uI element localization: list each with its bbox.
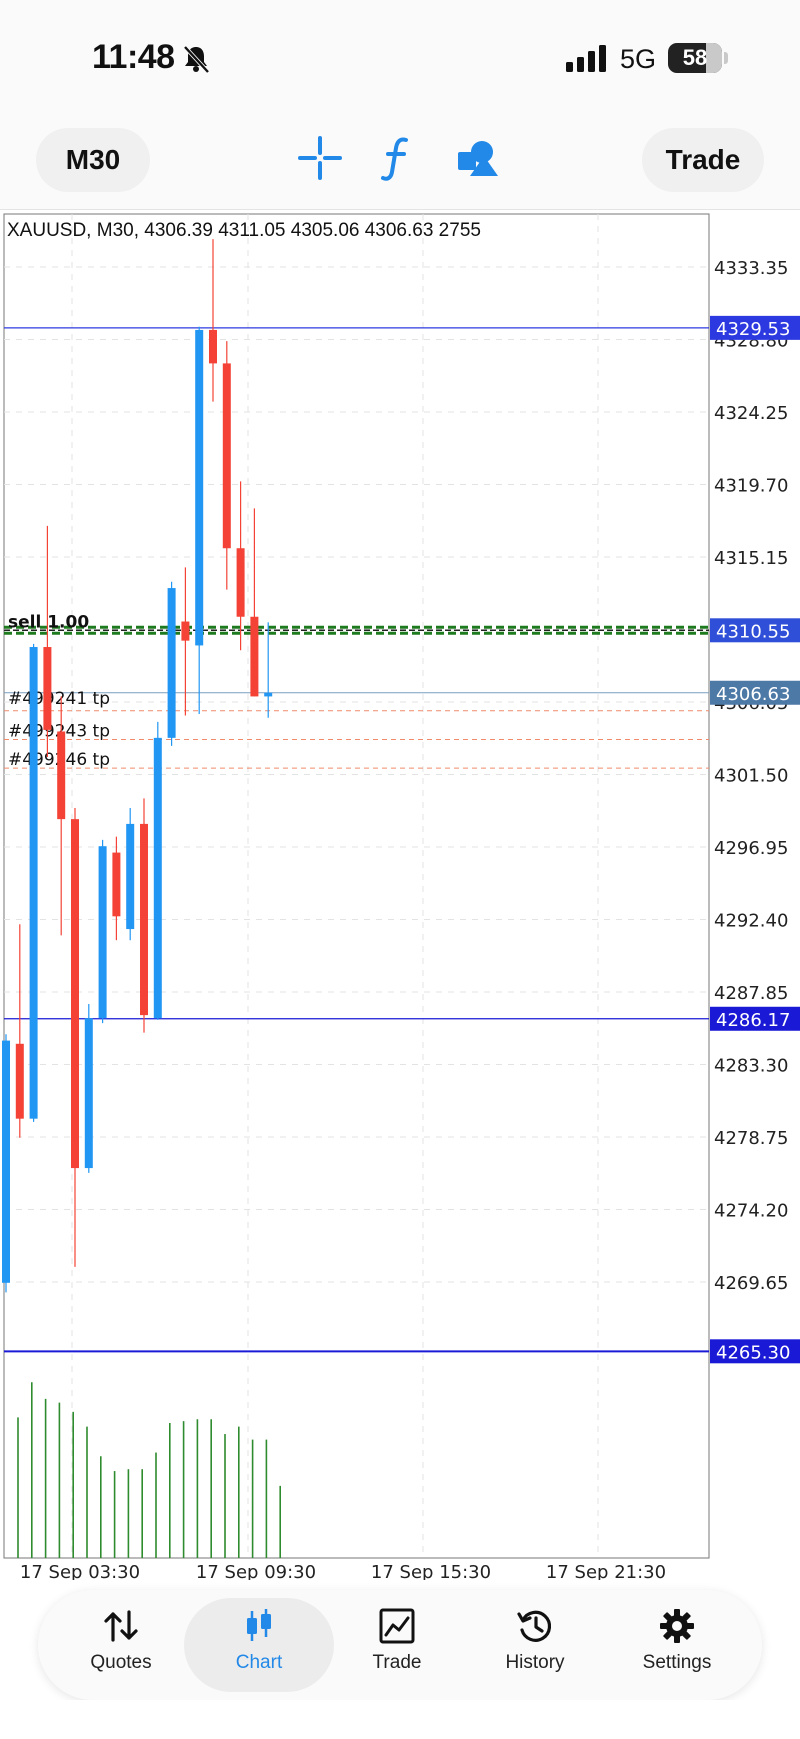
- status-time: 11:48: [92, 38, 175, 76]
- network-label: 5G: [620, 44, 657, 74]
- candle-body: [140, 823, 148, 1016]
- price-tag-label: 4265.30: [716, 1342, 790, 1363]
- candle-body: [84, 1018, 93, 1169]
- price-tag-label: 4306.63: [716, 684, 790, 705]
- candle-body: [43, 647, 52, 730]
- candle-body: [209, 329, 217, 364]
- status-bar: 11:48 5G 58: [0, 0, 800, 110]
- candle-body: [29, 647, 38, 1119]
- price-chart[interactable]: 4333.354328.804324.254319.704315.154310.…: [0, 210, 800, 1580]
- position-label: sell 1.00: [8, 612, 89, 632]
- nav-label-chart: Chart: [235, 1652, 283, 1673]
- price-tick-label: 4278.75: [714, 1128, 788, 1149]
- battery-tip: [724, 52, 728, 64]
- nav-label-settings: Settings: [642, 1652, 712, 1673]
- nav-chart[interactable]: Chart: [184, 1598, 334, 1692]
- objects-icon[interactable]: [448, 130, 504, 186]
- history-icon: [517, 1610, 552, 1642]
- price-tag-label: 4329.53: [716, 319, 790, 340]
- candle-body: [167, 588, 176, 738]
- candle-body: [126, 823, 135, 930]
- price-tick-label: 4287.85: [714, 983, 788, 1004]
- indicators-icon[interactable]: [370, 130, 426, 186]
- battery-icon: 58: [668, 43, 722, 73]
- chart-header: XAUUSD, M30, 4306.39 4311.05 4305.06 430…: [7, 220, 481, 241]
- quotes-icon: [104, 1610, 138, 1642]
- crosshair-icon[interactable]: [292, 130, 348, 186]
- chart-icon: [247, 1609, 271, 1641]
- price-tag-label: 4286.17: [716, 1010, 790, 1031]
- time-tick-label: 17 Sep 03:30: [20, 1562, 140, 1580]
- price-tick-label: 4301.50: [714, 766, 788, 787]
- timeframe-button[interactable]: M30: [36, 128, 150, 192]
- candle-body: [222, 363, 231, 549]
- price-tick-label: 4333.35: [714, 258, 788, 279]
- battery-level: 58: [682, 45, 708, 70]
- nav-label-trade: Trade: [372, 1652, 422, 1673]
- candle-body: [250, 616, 259, 697]
- order-label: #499241 tp: [8, 689, 110, 709]
- time-tick-label: 17 Sep 15:30: [371, 1562, 491, 1580]
- nav-quotes[interactable]: Quotes: [46, 1598, 196, 1692]
- candle-body: [98, 846, 107, 1019]
- price-tag-label: 4310.55: [716, 621, 790, 642]
- chart-canvas[interactable]: 4333.354328.804324.254319.704315.154310.…: [0, 210, 800, 1580]
- candle-body: [2, 1040, 10, 1283]
- signal-icon: [566, 45, 606, 72]
- candle-body: [71, 819, 79, 1169]
- candle-body: [236, 548, 245, 617]
- candle-body: [57, 731, 66, 820]
- candle-body: [264, 692, 273, 697]
- nav-label-quotes: Quotes: [90, 1652, 152, 1673]
- nav-trade[interactable]: Trade: [322, 1598, 472, 1692]
- candle-body: [15, 1043, 24, 1119]
- nav-label-history: History: [505, 1652, 565, 1673]
- bottom-nav: Quotes Chart Trade History Settings: [38, 1590, 762, 1700]
- settings-icon: [660, 1609, 694, 1643]
- trade-icon: [379, 1608, 415, 1644]
- price-tick-label: 4319.70: [714, 476, 788, 497]
- price-tick-label: 4283.30: [714, 1056, 788, 1077]
- price-tick-label: 4324.25: [714, 403, 788, 424]
- home-indicator-area: [0, 1700, 800, 1739]
- nav-settings[interactable]: Settings: [602, 1598, 752, 1692]
- price-tick-label: 4296.95: [714, 838, 788, 859]
- candle-body: [195, 329, 204, 646]
- trade-button[interactable]: Trade: [642, 128, 764, 192]
- candle-body: [153, 737, 162, 1019]
- price-tick-label: 4292.40: [714, 911, 788, 932]
- time-tick-label: 17 Sep 21:30: [546, 1562, 666, 1580]
- nav-history[interactable]: History: [460, 1598, 610, 1692]
- plot-frame: [3, 213, 710, 1559]
- price-tick-label: 4274.20: [714, 1201, 788, 1222]
- chart-toolbar: M30 Trade: [0, 110, 800, 210]
- candle-body: [112, 852, 121, 917]
- price-tick-label: 4315.15: [714, 548, 788, 569]
- candle-body: [181, 621, 190, 641]
- time-tick-label: 17 Sep 09:30: [196, 1562, 316, 1580]
- price-tick-label: 4269.65: [714, 1273, 788, 1294]
- bell-muted-icon: [183, 45, 210, 74]
